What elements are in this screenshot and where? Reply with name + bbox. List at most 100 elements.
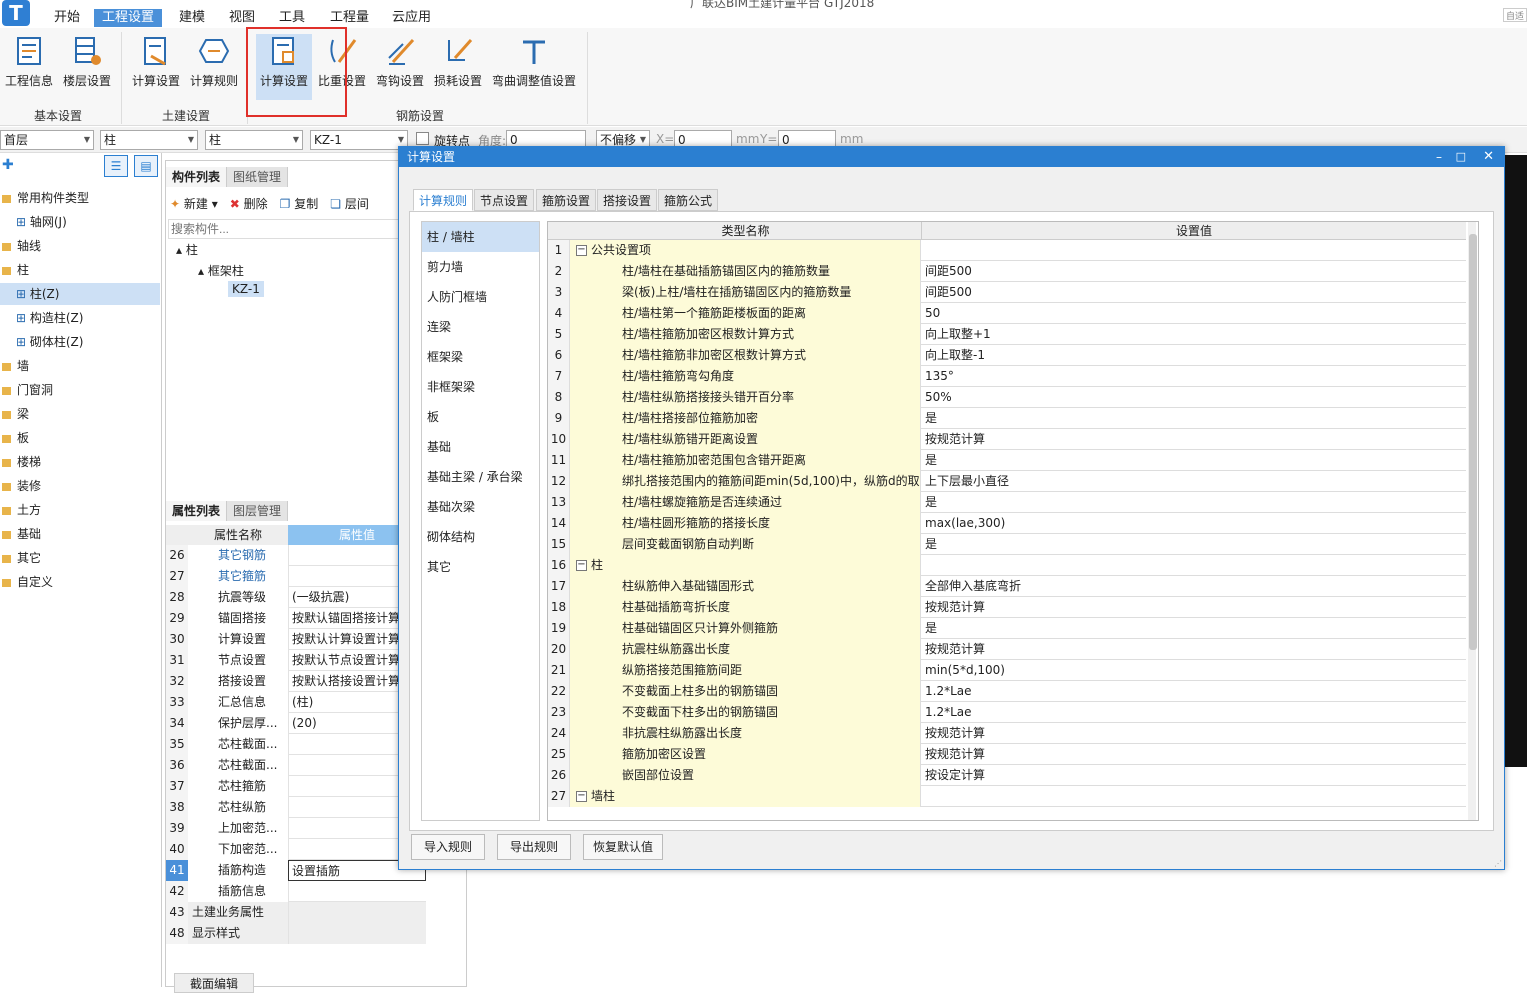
export-rules-button[interactable]: 导出规则 [497,834,571,860]
menu-tab-project-settings[interactable]: 工程设置 [94,9,163,27]
rule-row[interactable]: 13 柱/墙柱螺旋箍筋是否连续通过 是 [548,492,1466,513]
maximize-icon[interactable]: □ [1456,147,1466,167]
tree-node-column[interactable]: ▴ 柱 [176,241,198,258]
rule-value[interactable]: max(lae,300) [922,513,1466,534]
property-row[interactable]: 34 保护层厚... (20) [166,713,426,734]
rule-category-item[interactable]: 连梁 [422,312,539,342]
rotate-checkbox[interactable] [416,132,429,145]
property-row[interactable]: 39 上加密范... [166,818,426,839]
tree-item[interactable]: ⊞ 砌体柱(Z) [0,331,160,353]
property-row[interactable]: 35 芯柱截面... [166,734,426,755]
rule-category-item[interactable]: 非框架梁 [422,372,539,402]
rule-row[interactable]: 1− 公共设置项 [548,240,1466,261]
rule-value[interactable]: 按规范计算 [922,723,1466,744]
rule-category-item[interactable]: 基础主梁 / 承台梁 [422,462,539,492]
restore-default-button[interactable]: 恢复默认值 [583,834,663,860]
tab-component-list[interactable]: 构件列表 [166,167,228,187]
rule-row[interactable]: 26 嵌固部位设置 按设定计算 [548,765,1466,786]
rule-row[interactable]: 20 抗震柱纵筋露出长度 按规范计算 [548,639,1466,660]
property-value[interactable] [288,881,426,902]
rule-value[interactable]: min(5*d,100) [922,660,1466,681]
rule-value[interactable]: 是 [922,534,1466,555]
rule-value[interactable]: 按规范计算 [922,639,1466,660]
rule-row[interactable]: 7 柱/墙柱箍筋弯勾角度 135° [548,366,1466,387]
tree-item[interactable]: 常用构件类型 [0,187,160,209]
floor-settings-button[interactable]: 楼层设置 [60,34,114,110]
type-select-1[interactable]: 柱 ▼ [100,130,198,150]
tree-item[interactable]: 轴线 [0,235,160,257]
menu-tab-quantity[interactable]: 工程量 [322,9,377,27]
rule-row[interactable]: 23 不变截面下柱多出的钢筋锚固 1.2*Lae [548,702,1466,723]
rule-value[interactable]: 是 [922,492,1466,513]
property-row[interactable]: 37 芯柱箍筋 [166,776,426,797]
tree-item[interactable]: 楼梯 [0,451,160,473]
new-button[interactable]: ✦ 新建 ▾ [170,195,218,212]
rule-value[interactable]: 1.2*Lae [922,702,1466,723]
property-row[interactable]: 43 土建业务属性 [166,902,426,923]
tree-item[interactable]: 门窗洞 [0,379,160,401]
menu-tab-cloud[interactable]: 云应用 [384,9,439,27]
property-row[interactable]: 42 插筋信息 [166,881,426,902]
rule-row[interactable]: 8 柱/墙柱纵筋搭接接头错开百分率 50% [548,387,1466,408]
tab-stirrup-formula[interactable]: 箍筋公式 [658,189,719,211]
rule-row[interactable]: 17 柱纵筋伸入基础锚固形式 全部伸入基底弯折 [548,576,1466,597]
interlayer-button[interactable]: ❏ 层间 [330,195,369,212]
rule-value[interactable]: 按规范计算 [922,744,1466,765]
rule-value[interactable]: 按规范计算 [922,429,1466,450]
section-edit-tab[interactable]: 截面编辑 [174,973,254,993]
rule-row[interactable]: 24 非抗震柱纵筋露出长度 按规范计算 [548,723,1466,744]
detail-view-icon[interactable]: ▤ [134,155,158,177]
rule-value[interactable]: 间距500 [922,261,1466,282]
tree-item[interactable]: ⊞ 柱(Z) [0,283,160,305]
rule-value[interactable]: 全部伸入基底弯折 [922,576,1466,597]
collapse-toggle-icon[interactable]: − [576,791,587,802]
rule-category-item[interactable]: 砌体结构 [422,522,539,552]
rule-value[interactable]: 向上取整-1 [922,345,1466,366]
tree-node-kz1[interactable]: KZ-1 [228,281,264,297]
tree-node-frame-column[interactable]: ▴ 框架柱 [198,262,244,279]
rule-row[interactable]: 18 柱基础插筋弯折长度 按规范计算 [548,597,1466,618]
rule-category-item[interactable]: 其它 [422,552,539,582]
rule-category-item[interactable]: 剪力墙 [422,252,539,282]
rule-category-item[interactable]: 人防门框墙 [422,282,539,312]
property-row[interactable]: 41 插筋构造 设置插筋 [166,860,426,881]
tab-calc-rules[interactable]: 计算规则 [413,189,474,211]
minimize-icon[interactable]: – [1436,147,1442,167]
bend-adjust-settings-button[interactable]: 弯曲调整值设置 [490,34,578,110]
rule-category-item[interactable]: 框架梁 [422,342,539,372]
collapse-toggle-icon[interactable]: − [576,560,587,571]
tree-item[interactable]: 梁 [0,403,160,425]
property-row[interactable]: 48 显示样式 [166,923,426,944]
tree-item[interactable]: 土方 [0,499,160,521]
property-row[interactable]: 38 芯柱纵筋 [166,797,426,818]
tab-lap-settings[interactable]: 搭接设置 [597,189,658,211]
collapse-toggle-icon[interactable]: − [576,245,587,256]
menu-tab-view[interactable]: 视图 [221,9,263,27]
rule-row[interactable]: 14 柱/墙柱圆形箍筋的搭接长度 max(lae,300) [548,513,1466,534]
rule-row[interactable]: 10 柱/墙柱纵筋错开距离设置 按规范计算 [548,429,1466,450]
rule-value[interactable] [922,240,1466,261]
property-value[interactable] [288,902,426,923]
property-row[interactable]: 40 下加密范... [166,839,426,860]
tree-item[interactable]: 墙 [0,355,160,377]
rule-value[interactable]: 是 [922,450,1466,471]
tab-layer-manage[interactable]: 图层管理 [227,501,289,521]
rule-value[interactable] [922,786,1466,807]
component-select[interactable]: KZ-1 ▼ [310,130,408,150]
rule-row[interactable]: 22 不变截面上柱多出的钢筋锚固 1.2*Lae [548,681,1466,702]
rule-value[interactable]: 向上取整+1 [922,324,1466,345]
tab-property-list[interactable]: 属性列表 [166,501,228,521]
rule-row[interactable]: 19 柱基础锚固区只计算外侧箍筋 是 [548,618,1466,639]
property-row[interactable]: 32 搭接设置 按默认搭接设置计算 [166,671,426,692]
type-select-2[interactable]: 柱 ▼ [205,130,303,150]
tab-stirrup-settings[interactable]: 箍筋设置 [536,189,597,211]
project-info-button[interactable]: 工程信息 [2,34,56,110]
delete-button[interactable]: ✖ 删除 [230,195,268,212]
import-rules-button[interactable]: 导入规则 [411,834,485,860]
copy-button[interactable]: ❐ 复制 [280,195,319,212]
tree-item[interactable]: 板 [0,427,160,449]
rule-row[interactable]: 3 梁(板)上柱/墙柱在插筋锚固区内的箍筋数量 间距500 [548,282,1466,303]
rule-row[interactable]: 6 柱/墙柱箍筋非加密区根数计算方式 向上取整-1 [548,345,1466,366]
rule-row[interactable]: 4 柱/墙柱第一个箍筋距楼板面的距离 50 [548,303,1466,324]
rule-value[interactable]: 是 [922,618,1466,639]
